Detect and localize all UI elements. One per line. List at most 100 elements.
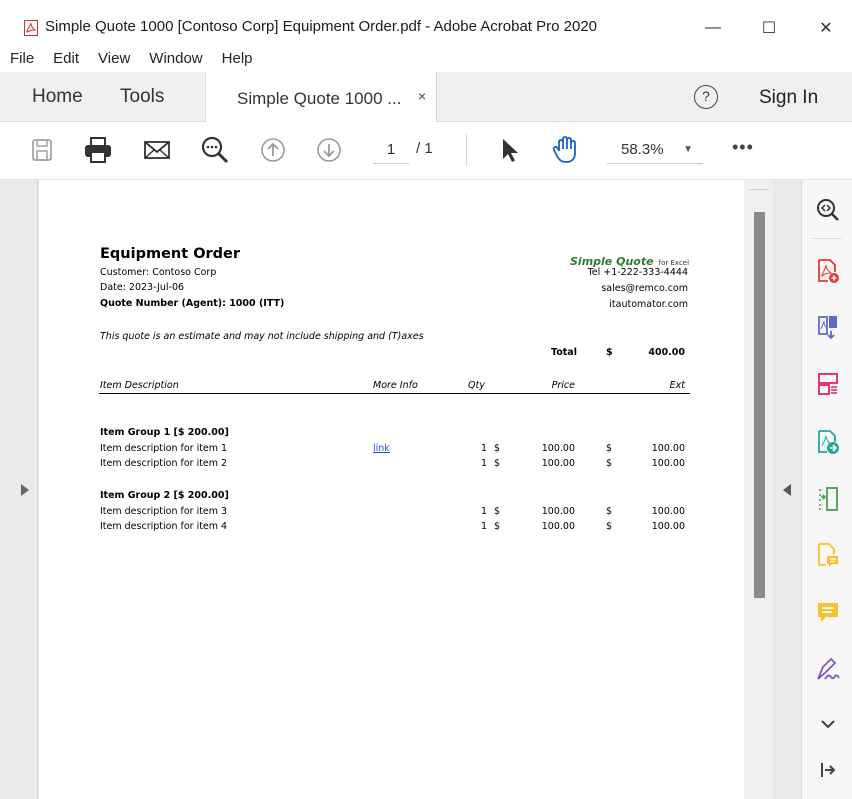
table-row-ext-currency: $ [606, 506, 613, 517]
tab-close-icon[interactable]: × [418, 88, 426, 104]
table-row-qty: 1 [480, 506, 487, 517]
help-button[interactable]: ? [694, 85, 718, 109]
table-row-price-currency: $ [494, 458, 501, 469]
chevron-down-icon: ▼ [683, 144, 693, 155]
email-icon[interactable] [142, 135, 172, 165]
table-row-ext: 100.00 [651, 443, 685, 454]
page-total: / 1 [416, 140, 433, 157]
menu-window[interactable]: Window [149, 50, 202, 67]
group-header: Item Group 2 [$ 200.00] [100, 490, 229, 501]
estimate-note: This quote is an estimate and may not in… [100, 331, 424, 342]
minimize-button[interactable]: — [690, 10, 736, 46]
brand-sub: for Excel [658, 259, 690, 267]
quote-number-line: Quote Number (Agent): 1000 (ITT) [100, 298, 285, 309]
col-header-more-info: More Info [373, 380, 418, 391]
table-row-description: Item description for item 3 [100, 506, 228, 517]
panel-divider [812, 238, 842, 239]
document-title: Equipment Order [100, 246, 241, 262]
table-row-price: 100.00 [541, 458, 575, 469]
window-title: Simple Quote 1000 [Contoso Corp] Equipme… [45, 18, 598, 35]
table-row-ext-currency: $ [606, 458, 613, 469]
more-info-link[interactable]: link [373, 443, 390, 454]
menu-bar: File Edit View Window Help [0, 44, 852, 72]
comment-file-icon[interactable] [815, 541, 841, 569]
menu-help[interactable]: Help [222, 50, 253, 67]
menu-edit[interactable]: Edit [53, 50, 79, 67]
menu-view[interactable]: View [98, 50, 130, 67]
zoom-search-icon[interactable] [200, 135, 230, 165]
maximize-button[interactable]: ☐ [746, 10, 792, 46]
table-row-description: Item description for item 1 [100, 443, 228, 454]
table-row-qty: 1 [480, 521, 487, 532]
vertical-scrollbar[interactable] [744, 180, 773, 799]
menu-file[interactable]: File [10, 50, 34, 67]
group-header: Item Group 1 [$ 200.00] [100, 427, 229, 438]
table-row-ext: 100.00 [651, 458, 685, 469]
sign-in-button[interactable]: Sign In [759, 87, 818, 109]
tab-document[interactable]: Simple Quote 1000 ... × [205, 72, 437, 122]
right-pane-toggle-rail [773, 180, 801, 799]
date-line: Date: 2023-Jul-06 [100, 282, 185, 293]
acrobat-app-icon [24, 20, 38, 36]
collapse-panel-icon[interactable] [815, 756, 841, 784]
col-header-qty: Qty [468, 380, 485, 391]
contact-website: itautomator.com [609, 299, 688, 310]
hand-tool-icon[interactable] [551, 135, 581, 165]
table-row-ext-currency: $ [606, 521, 613, 532]
table-row-qty: 1 [480, 443, 487, 454]
table-row-qty: 1 [480, 458, 487, 469]
pdf-page[interactable]: Equipment Order Customer: Contoso Corp D… [39, 180, 744, 799]
table-row-price: 100.00 [541, 506, 575, 517]
toolbar-divider [466, 134, 467, 166]
scrollbar-thumb[interactable] [754, 212, 765, 598]
table-row-ext: 100.00 [651, 506, 685, 517]
zoom-value: 58.3% [621, 141, 664, 158]
expand-left-panel-icon[interactable] [21, 484, 29, 496]
print-icon[interactable] [83, 135, 113, 165]
edit-pdf-icon[interactable] [815, 428, 841, 456]
total-currency: $ [606, 347, 613, 358]
left-navigation-rail [0, 180, 38, 799]
zoom-dropdown[interactable]: 58.3% ▼ [607, 136, 703, 164]
comment-icon[interactable] [815, 598, 841, 626]
save-icon[interactable] [27, 135, 57, 165]
contact-email: sales@remco.com [601, 283, 688, 294]
select-pointer-icon[interactable] [494, 135, 524, 165]
total-label: Total [551, 347, 577, 358]
expand-chevron-icon[interactable] [815, 710, 841, 738]
close-window-button[interactable]: ✕ [803, 10, 849, 46]
tab-document-label: Simple Quote 1000 ... [237, 89, 402, 108]
more-tools-icon[interactable]: ••• [732, 137, 754, 158]
total-value: 400.00 [648, 347, 685, 358]
organize-pages-icon[interactable] [815, 370, 841, 398]
export-pdf-icon[interactable] [815, 313, 841, 341]
col-header-ext: Ext [669, 380, 685, 391]
scroll-track-top [749, 180, 769, 190]
tab-home[interactable]: Home [32, 86, 83, 108]
next-page-icon[interactable] [314, 135, 344, 165]
compress-icon[interactable] [815, 485, 841, 513]
prev-page-icon[interactable] [258, 135, 288, 165]
table-row-price: 100.00 [541, 443, 575, 454]
col-header-description: Item Description [100, 380, 179, 391]
contact-phone: Tel +1-222-333-4444 [587, 267, 688, 278]
table-row-description: Item description for item 4 [100, 521, 228, 532]
table-row-price-currency: $ [494, 506, 501, 517]
page-number-input[interactable]: 1 [373, 136, 409, 164]
fill-sign-icon[interactable] [815, 656, 841, 684]
table-row-ext-currency: $ [606, 443, 613, 454]
collapse-right-pane-icon[interactable] [783, 484, 791, 496]
table-row-price-currency: $ [494, 521, 501, 532]
tab-bar: Home Tools Simple Quote 1000 ... × ? Sig… [0, 72, 852, 122]
document-viewer: Equipment Order Customer: Contoso Corp D… [0, 180, 801, 799]
create-pdf-icon[interactable] [815, 257, 841, 285]
title-bar: Simple Quote 1000 [Contoso Corp] Equipme… [0, 0, 852, 44]
col-header-price: Price [551, 380, 575, 391]
tab-tools[interactable]: Tools [120, 86, 164, 108]
customer-line: Customer: Contoso Corp [100, 267, 217, 278]
right-tools-panel [801, 180, 852, 799]
header-divider [99, 393, 690, 394]
zoom-in-icon[interactable] [815, 196, 841, 224]
table-row-description: Item description for item 2 [100, 458, 228, 469]
table-row-price-currency: $ [494, 443, 501, 454]
